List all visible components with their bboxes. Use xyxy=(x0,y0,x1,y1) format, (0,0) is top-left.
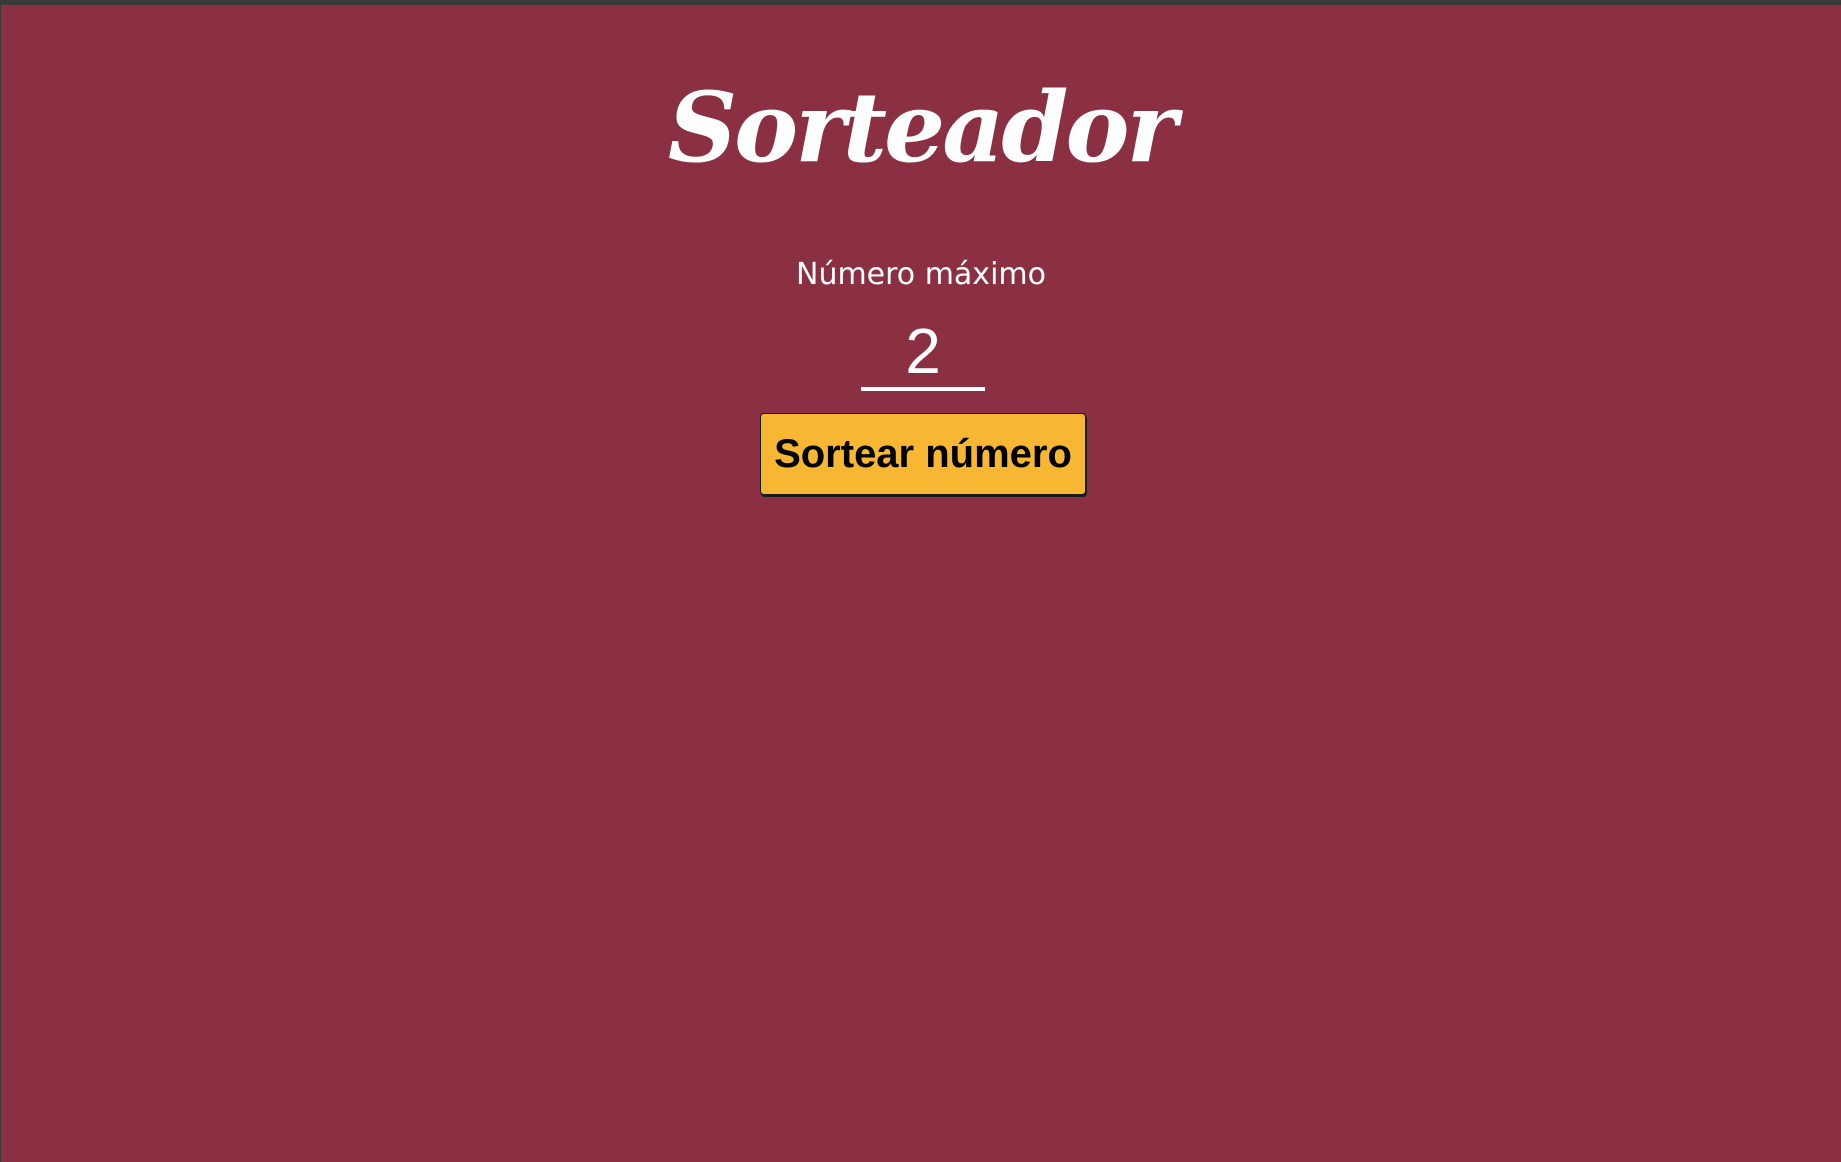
max-number-input[interactable] xyxy=(861,315,985,391)
max-number-label: Número máximo xyxy=(796,257,1046,292)
page-title: Sorteador xyxy=(667,71,1177,184)
page-background: Sorteador Número máximo Sortear número xyxy=(1,5,1841,1162)
draw-number-button[interactable]: Sortear número xyxy=(760,413,1086,495)
